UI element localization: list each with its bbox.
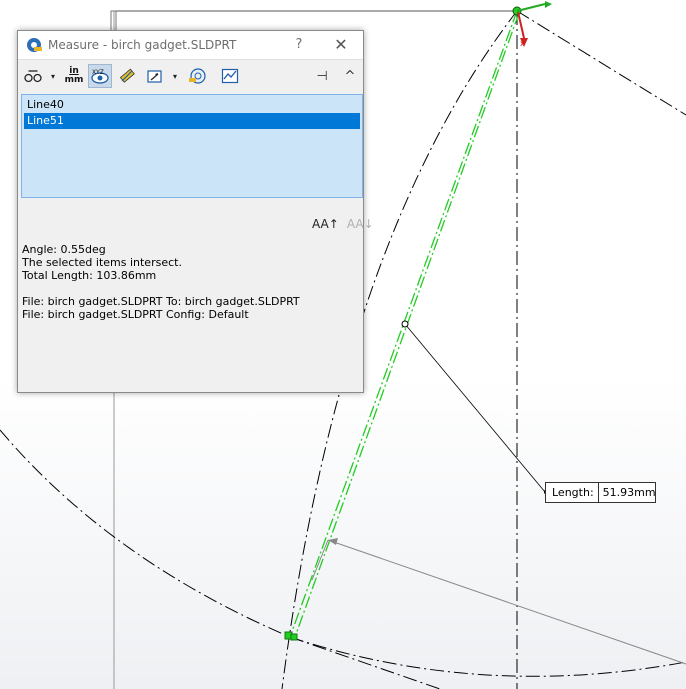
font-size-controls: AA↑ AA↓ <box>312 217 374 231</box>
length-leader-line <box>404 323 546 493</box>
result-total-length: Total Length: 103.86mm <box>22 269 157 282</box>
svg-text:XYZ: XYZ <box>92 69 104 76</box>
create-sensor-button[interactable] <box>219 64 241 88</box>
y-axis-arrow <box>516 3 546 12</box>
midpoint-marker <box>401 320 409 328</box>
dimension-line <box>327 539 686 665</box>
sketch-arc-bottom <box>289 636 686 677</box>
arc-circle-dropdown[interactable]: ▾ <box>48 64 58 88</box>
measurement-history-button[interactable] <box>186 64 208 88</box>
result-file-to: File: birch gadget.SLDPRT To: birch gadg… <box>22 295 300 308</box>
measure-dialog: Measure - birch gadget.SLDPRT ? ✕ ▾ in m… <box>17 30 374 393</box>
construction-line-lower <box>289 636 441 689</box>
result-intersect: The selected items intersect. <box>22 256 182 269</box>
projection-button[interactable] <box>144 64 166 88</box>
dimension-extension <box>311 539 329 581</box>
list-item[interactable]: Line40 <box>24 97 360 113</box>
measure-results: Angle: 0.55deg The selected items inters… <box>22 243 300 321</box>
arc-circle-measurement-button[interactable] <box>23 64 43 88</box>
selection-list[interactable]: Line40 Line51 <box>21 94 363 198</box>
units-mm-label: mm <box>64 75 84 85</box>
measure-toolbar: ▾ in mm XYZ ▾ ⊣ ^ <box>18 59 363 92</box>
length-dimension-label[interactable]: Length: 51.93mm <box>545 482 656 503</box>
help-button[interactable]: ? <box>290 36 308 54</box>
close-button[interactable]: ✕ <box>332 36 350 54</box>
x-axis-label: x <box>520 39 525 48</box>
projection-dropdown[interactable]: ▾ <box>170 64 180 88</box>
y-axis-arrowhead <box>545 1 552 8</box>
show-xyz-measurements-button[interactable]: XYZ <box>88 64 112 88</box>
collapse-button[interactable]: ^ <box>341 64 359 88</box>
dialog-titlebar[interactable]: Measure - birch gadget.SLDPRT ? ✕ <box>18 31 363 59</box>
length-label-name: Length: <box>546 483 599 502</box>
history-icon <box>189 68 206 84</box>
point-to-point-button[interactable] <box>116 64 138 88</box>
arc-circle-icon <box>24 70 42 83</box>
endpoint-bottom-2 <box>290 633 298 641</box>
sensor-graph-icon <box>221 68 239 84</box>
ruler-pencil-icon <box>119 68 135 83</box>
list-item-selected[interactable]: Line51 <box>24 113 360 129</box>
sketch-arc-left <box>0 429 291 638</box>
construction-line-right <box>516 10 686 116</box>
x-axis-arrow <box>517 11 525 39</box>
pin-button[interactable]: ⊣ <box>313 64 331 88</box>
length-label-value: 51.93mm <box>602 486 656 499</box>
projection-icon <box>147 70 162 83</box>
result-angle: Angle: 0.55deg <box>22 243 106 256</box>
units-precision-button[interactable]: in mm <box>64 64 84 88</box>
measure-tape-icon <box>26 37 42 53</box>
decrease-font-icon: AA↓ <box>346 217 374 231</box>
dialog-title: Measure - birch gadget.SLDPRT <box>48 38 237 52</box>
result-file-config: File: birch gadget.SLDPRT Config: Defaul… <box>22 308 249 321</box>
increase-font-icon[interactable]: AA↑ <box>312 217 339 231</box>
xyz-eye-icon: XYZ <box>91 69 109 84</box>
